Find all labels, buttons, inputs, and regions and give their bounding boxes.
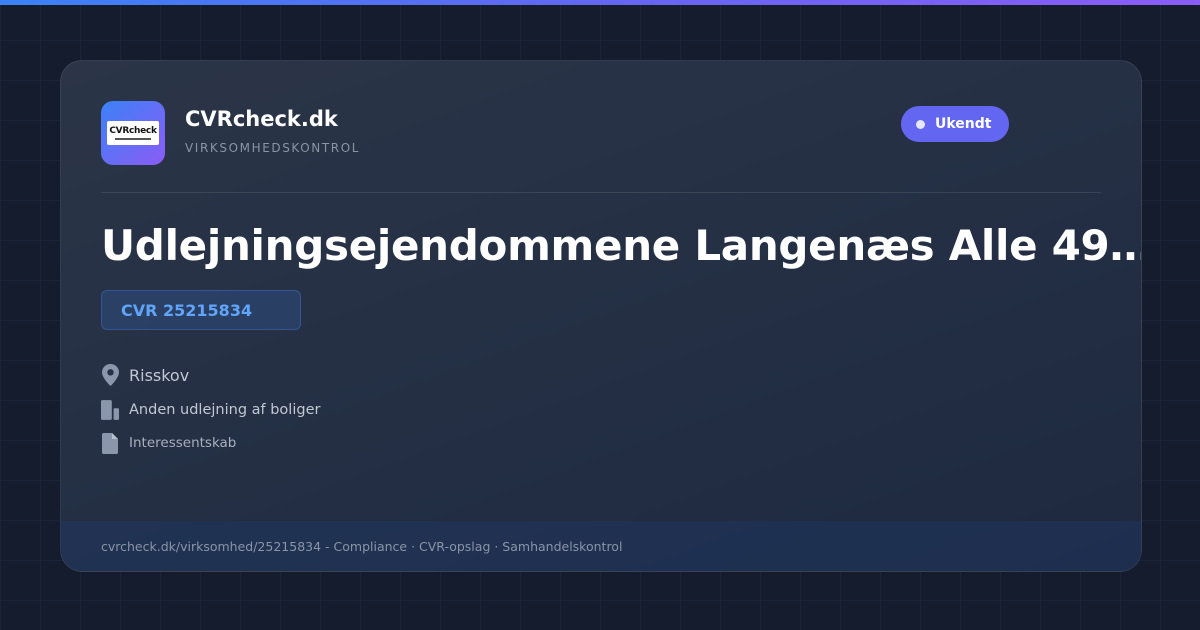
cvr-number: CVR 25215834 bbox=[121, 300, 253, 320]
location-text: Risskov bbox=[129, 365, 190, 385]
industry-text: Anden udlejning af boliger bbox=[129, 402, 321, 418]
info-row-location: Risskov bbox=[101, 364, 189, 386]
brand-logo: CVRcheck bbox=[101, 101, 165, 165]
status-label: Ukendt bbox=[935, 116, 992, 132]
logo-text: CVRcheck bbox=[109, 126, 157, 136]
status-badge: Ukendt bbox=[901, 106, 1010, 142]
company-title: Udlejningsejendommene Langenæs Alle 49… bbox=[101, 221, 1141, 270]
card-footer: cvrcheck.dk/virksomhed/25215834 - Compli… bbox=[61, 521, 1141, 571]
location-pin-icon bbox=[101, 364, 119, 386]
building-icon bbox=[101, 399, 119, 421]
logo-badge: CVRcheck bbox=[107, 121, 159, 145]
top-accent-bar bbox=[0, 0, 1200, 5]
brand-tagline: VIRKSOMHEDSKONTROL bbox=[185, 141, 361, 155]
brand-name: CVRcheck.dk bbox=[185, 107, 338, 131]
footer-text: cvrcheck.dk/virksomhed/25215834 - Compli… bbox=[101, 539, 623, 554]
info-row-industry: Anden udlejning af boliger bbox=[101, 399, 320, 421]
logo-underline bbox=[115, 138, 151, 140]
cvr-badge: CVR 25215834 bbox=[101, 290, 301, 330]
header-divider bbox=[101, 192, 1101, 193]
document-icon bbox=[101, 432, 119, 454]
company-type-text: Interessentskab bbox=[129, 435, 237, 451]
info-row-company-type: Interessentskab bbox=[101, 432, 236, 454]
status-dot-icon bbox=[916, 119, 925, 129]
company-card: CVRcheck CVRcheck.dk VIRKSOMHEDSKONTROL … bbox=[60, 60, 1142, 572]
